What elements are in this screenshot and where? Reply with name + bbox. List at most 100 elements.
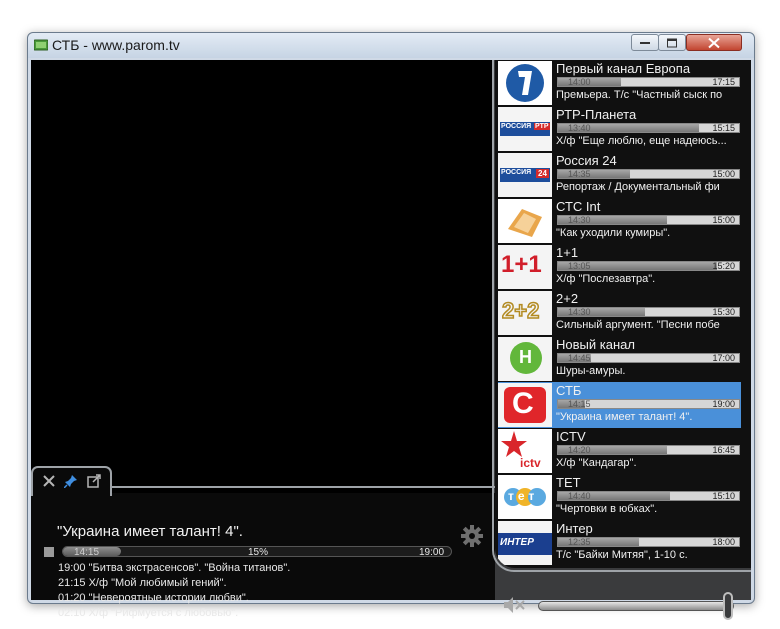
- channel-start-time: 14:15: [568, 399, 591, 409]
- pin-icon[interactable]: [64, 474, 78, 488]
- channel-name: ICTV: [556, 429, 586, 444]
- channel-end-time: 17:00: [712, 353, 735, 363]
- logo-text: 1+1: [501, 251, 542, 278]
- channel-end-time: 18:00: [712, 537, 735, 547]
- channel-end-time: 16:45: [712, 445, 735, 455]
- channel-progress-bar: 13:05 15:20: [557, 261, 740, 271]
- channel-row[interactable]: Н Новый канал 14:45 17:00 Шуры-амуры.: [498, 336, 741, 382]
- rtr-logo: РОССИЯ РТР: [498, 107, 552, 151]
- russia24-logo: РОССИЯ 24: [498, 153, 552, 197]
- channel-program: Т/с "Байки Митяя", 1-10 с.: [556, 549, 688, 561]
- channel-program: "Как уходили кумиры".: [556, 227, 671, 239]
- channel-row[interactable]: ИНТЕР Интер 12:35 18:00 Т/с "Байки Митяя", 1…: [498, 520, 741, 566]
- close-window-button[interactable]: [686, 34, 742, 51]
- channel-row[interactable]: 2+2 2+2 14:30 15:30 Сильный аргумент. "Песни…: [498, 290, 741, 336]
- program-start-time: 14:15: [74, 547, 100, 558]
- channel-end-time: 15:10: [712, 491, 735, 501]
- pervyi-logo: [498, 61, 552, 105]
- channel-end-time: 17:15: [712, 77, 735, 87]
- channel-name: ТЕТ: [556, 475, 581, 490]
- channel-row[interactable]: С СТБ 14:15 19:00 "Украина имеет талант! 4".: [498, 382, 741, 428]
- ictv-logo: ictv: [498, 429, 552, 473]
- channel-program: Х/ф "Еще люблю, еще надеюсь...: [556, 135, 727, 147]
- logo-text: С: [512, 387, 534, 420]
- window-title: СТБ - www.parom.tv: [52, 37, 180, 53]
- minimize-icon: [640, 41, 650, 44]
- channel-start-time: 14:35: [568, 169, 591, 179]
- channel-progress-bar: 14:30 15:30: [557, 307, 740, 317]
- gear-icon[interactable]: [461, 525, 483, 547]
- channel-progress-bar: 14:30 15:00: [557, 215, 740, 225]
- channel-program: "Украина имеет талант! 4".: [556, 411, 693, 423]
- channel-row[interactable]: 1+1 1+1 13:05 15:20 Х/ф "Послезавтра".: [498, 244, 741, 290]
- sts-int-logo: [498, 199, 552, 243]
- logo-badge: РТР: [534, 123, 550, 130]
- channel-start-time: 14:20: [568, 445, 591, 455]
- channel-row[interactable]: Первый канал Европа 14:00 17:15 Премьера. Т…: [498, 60, 741, 106]
- channel-row[interactable]: тет ТЕТ 14:40 15:10 "Чертовки в юбках".: [498, 474, 741, 520]
- channel-row[interactable]: РОССИЯ 24 Россия 24 14:35 15:00 Репортаж / До…: [498, 152, 741, 198]
- volume-slider-thumb[interactable]: [723, 592, 733, 620]
- channel-start-time: 14:40: [568, 491, 591, 501]
- schedule-item: 02:10 Х/ф "Рифмуется с любовью".: [58, 607, 239, 619]
- channel-row[interactable]: ictv ICTV 14:20 16:45 Х/ф "Кандагар".: [498, 428, 741, 474]
- popout-icon[interactable]: [87, 474, 101, 488]
- logo-text: ictv: [520, 456, 541, 470]
- schedule-item: 19:00 "Битва экстрасенсов". "Война титан…: [58, 562, 291, 574]
- channel-start-time: 13:05: [568, 261, 591, 271]
- tet-logo: тет: [498, 475, 552, 519]
- logo-text: 2+2: [501, 297, 540, 324]
- channel-end-time: 19:00: [712, 399, 735, 409]
- channel-row[interactable]: СТС Int 14:30 15:00 "Как уходили кумиры".: [498, 198, 741, 244]
- channel-name: 2+2: [556, 291, 579, 306]
- volume-slider[interactable]: [538, 601, 734, 611]
- channel-name: РТР-Планета: [556, 107, 637, 122]
- logo-text: Н: [519, 347, 532, 367]
- channel-start-time: 13:40: [568, 123, 591, 133]
- channel-start-time: 14:45: [568, 353, 591, 363]
- channel-name: Первый канал Европа: [556, 61, 691, 76]
- logo-text: РОССИЯ: [501, 169, 532, 176]
- logo-badge: 24: [536, 169, 549, 178]
- channel-progress-bar: 14:15 19:00: [557, 399, 740, 409]
- channel-end-time: 15:30: [712, 307, 735, 317]
- channel-progress-bar: 14:20 16:45: [557, 445, 740, 455]
- schedule-item: 21:15 Х/ф "Мой любимый гений".: [58, 577, 227, 589]
- current-program-title: "Украина имеет талант! 4".: [57, 523, 243, 540]
- channel-program: Х/ф "Послезавтра".: [556, 273, 656, 285]
- channel-name: Россия 24: [556, 153, 617, 168]
- channel-name: Новый канал: [556, 337, 635, 352]
- program-end-time: 19:00: [419, 547, 445, 558]
- channel-end-time: 15:00: [712, 215, 735, 225]
- stop-button[interactable]: [44, 547, 54, 557]
- channel-program: Премьера. Т/с "Частный сыск по: [556, 89, 723, 101]
- mute-icon[interactable]: [503, 596, 525, 614]
- channel-end-time: 15:20: [712, 261, 735, 271]
- inter-logo: ИНТЕР: [498, 521, 552, 565]
- novyi-logo: Н: [498, 337, 552, 381]
- channel-row[interactable]: РОССИЯ РТР РТР-Планета 13:40 15:15 Х/ф "Еще л…: [498, 106, 741, 152]
- channel-end-time: 15:15: [712, 123, 735, 133]
- close-panel-icon[interactable]: [42, 474, 56, 488]
- channel-progress-bar: 13:40 15:15: [557, 123, 740, 133]
- channel-start-time: 12:35: [568, 537, 591, 547]
- info-panel-tab: [31, 466, 112, 496]
- channel-start-time: 14:00: [568, 77, 591, 87]
- program-progress-percent: 15%: [248, 547, 269, 558]
- channel-end-time: 15:00: [712, 169, 735, 179]
- tv-app-icon: [34, 39, 48, 51]
- channel-progress-bar: 14:35 15:00: [557, 169, 740, 179]
- title-bar[interactable]: СТБ - www.parom.tv: [28, 33, 754, 58]
- minimize-button[interactable]: [631, 34, 659, 51]
- channel-list[interactable]: Первый канал Европа 14:00 17:15 Премьера. Т…: [495, 60, 751, 568]
- logo-text: ИНТЕР: [500, 537, 534, 548]
- channel-program: Репортаж / Документальный фи: [556, 181, 720, 193]
- maximize-icon: [667, 38, 677, 47]
- channel-program: Сильный аргумент. "Песни побе: [556, 319, 720, 331]
- app-window: СТБ - www.parom.tv "Украина имеет талант…: [27, 32, 755, 620]
- channel-name: СТБ: [556, 383, 582, 398]
- player-client-area: "Украина имеет талант! 4". 14:15 15% 19:…: [31, 60, 751, 620]
- maximize-button[interactable]: [658, 34, 686, 51]
- schedule-item: 01:20 "Невероятные истории любви".: [58, 592, 249, 604]
- channel-progress-bar: 14:00 17:15: [557, 77, 740, 87]
